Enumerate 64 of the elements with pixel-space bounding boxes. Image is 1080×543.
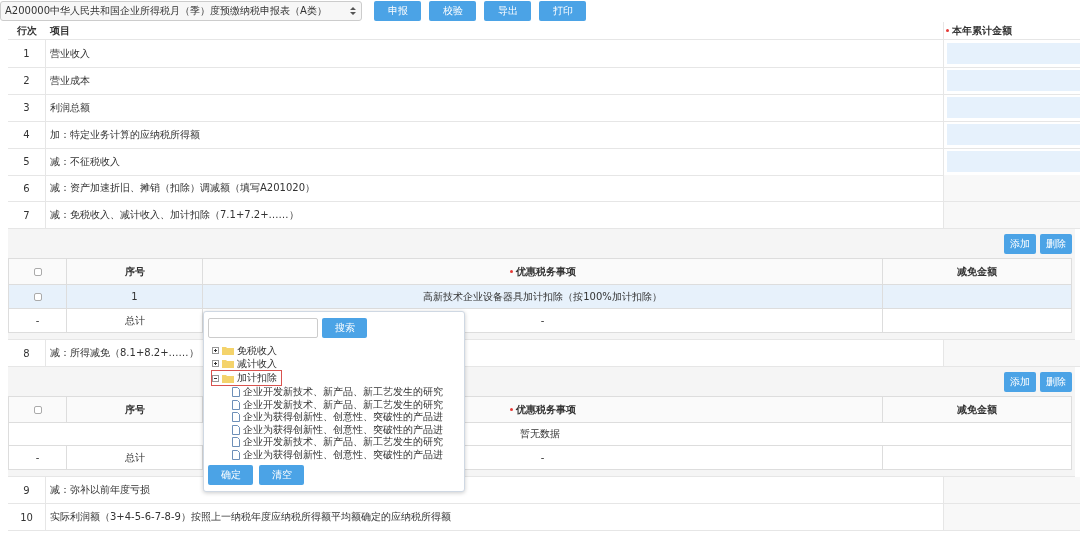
row-label: 营业成本 (50, 73, 90, 88)
folder-icon (222, 346, 234, 355)
amount-field[interactable] (947, 43, 1080, 64)
tree-item[interactable]: 减计收入 (237, 356, 277, 371)
tree-item[interactable]: 加计扣除 (237, 371, 277, 385)
tree-item[interactable]: 企业开发新技术、新产品、新工艺发生的研究 (243, 435, 443, 450)
row-number: 1 (23, 48, 30, 59)
search-field[interactable] (208, 318, 318, 338)
table-cell: 总计 (124, 313, 145, 328)
column-header: 项目 (50, 23, 70, 38)
table-cell: 高新技术企业设备器具加计扣除（按100%加计扣除） (423, 289, 662, 304)
tree-item[interactable]: 企业为获得创新性、创意性、突破性的产品进 (243, 447, 443, 462)
row-number: 10 (20, 511, 33, 523)
table-cell: - (540, 452, 545, 463)
dropdown-arrows-icon (350, 6, 356, 16)
row-label: 加：特定业务计算的应纳税所得额 (50, 127, 200, 142)
table-cell: - (540, 315, 545, 326)
form-select[interactable]: A200000中华人民共和国企业所得税月（季）度预缴纳税申报表（A类） (0, 1, 362, 21)
amount-field[interactable] (947, 151, 1080, 172)
amount-field[interactable] (947, 124, 1080, 145)
column-header: 减免金额 (957, 264, 997, 279)
column-header: 本年累计金额 (952, 23, 1012, 38)
row-label: 营业收入 (50, 46, 90, 61)
row-number: 6 (23, 182, 30, 194)
row-label: 实际利润额（3+4-5-6-7-8-9）按照上一纳税年度应纳税所得额平均额确定的应纳税所得额 (50, 510, 451, 524)
row-label: 利润总额 (50, 100, 90, 115)
row-number: 9 (23, 484, 30, 496)
plus-box-icon[interactable] (212, 347, 219, 354)
row-number: 8 (23, 347, 30, 359)
tree-item[interactable]: 企业开发新技术、新产品、新工艺发生的研究 (243, 385, 443, 400)
amount-field[interactable] (947, 70, 1080, 91)
plus-box-icon[interactable] (212, 360, 219, 367)
row-number: 3 (23, 102, 30, 113)
table-cell: - (35, 452, 40, 463)
folder-icon (222, 373, 234, 383)
table-cell: 总计 (124, 450, 145, 465)
row-number: 7 (23, 209, 30, 221)
table-cell: 1 (131, 291, 138, 302)
checkbox[interactable] (33, 292, 42, 301)
empty-message: 暂无数据 (520, 427, 560, 441)
tree-item[interactable]: 企业开发新技术、新产品、新工艺发生的研究 (243, 397, 443, 412)
column-header: 序号 (124, 264, 145, 279)
tree-item[interactable]: 企业为获得创新性、创意性、突破性的产品进 (243, 410, 443, 425)
row-label: 减：所得减免（8.1+8.2+……） (50, 346, 199, 360)
table-row[interactable]: 1 高新技术企业设备器具加计扣除（按100%加计扣除） (9, 285, 1071, 309)
amount-field[interactable] (947, 97, 1080, 118)
minus-box-icon[interactable] (212, 374, 219, 382)
checkbox[interactable] (33, 267, 42, 276)
row-label: 减：弥补以前年度亏损 (50, 483, 150, 497)
column-header: 优惠税务事项 (515, 402, 576, 417)
row-label: 减：资产加速折旧、摊销（扣除）调减额（填写A201020） (50, 181, 315, 195)
column-header: 优惠税务事项 (515, 264, 576, 279)
row-label: 减：不征税收入 (50, 154, 120, 169)
row-label: 减：免税收入、减计收入、加计扣除（7.1+7.2+……） (50, 208, 299, 222)
row-number: 2 (23, 75, 30, 86)
column-header: 减免金额 (957, 402, 997, 417)
column-header: 序号 (124, 402, 145, 417)
row-number: 5 (23, 156, 30, 167)
row-number: 4 (23, 129, 30, 140)
tree-item[interactable]: 企业为获得创新性、创意性、突破性的产品进 (243, 422, 443, 437)
tree-item[interactable]: 免税收入 (237, 343, 277, 358)
checkbox[interactable] (33, 405, 42, 414)
table-cell: - (35, 315, 40, 326)
column-header: 行次 (17, 23, 37, 38)
